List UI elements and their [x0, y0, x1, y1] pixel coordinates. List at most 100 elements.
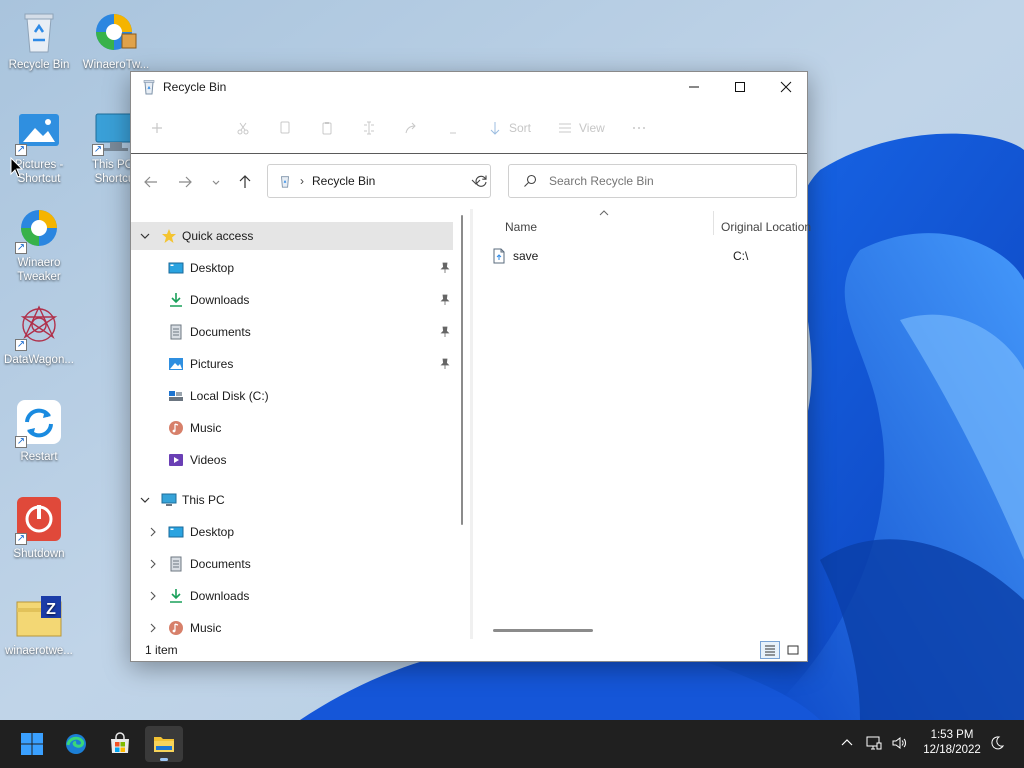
rename-button[interactable]	[361, 120, 377, 136]
pin-icon[interactable]	[439, 294, 451, 306]
chevron-right-icon[interactable]	[147, 622, 159, 634]
nav-pc-downloads[interactable]: Downloads	[131, 582, 453, 610]
nav-this-pc[interactable]: This PC	[131, 486, 453, 514]
zip-archive-icon: Z	[16, 596, 62, 637]
file-explorer-window: Recycle Bin Sort View › Recycle Bin Sear…	[130, 71, 811, 662]
pin-icon[interactable]	[439, 326, 451, 338]
nav-quick-local-disk[interactable]: Local Disk (C:)	[131, 382, 453, 410]
close-button[interactable]	[763, 72, 809, 102]
desktop-icon-winaero-tweaker-shortcut[interactable]: ↗ Winaero Tweaker	[1, 206, 77, 284]
clock[interactable]: 1:53 PM 12/18/2022	[912, 728, 992, 758]
maximize-button[interactable]	[717, 72, 763, 102]
maximize-icon	[735, 82, 745, 92]
copy-button[interactable]	[277, 120, 293, 136]
breadcrumb-recycle-bin[interactable]: Recycle Bin	[312, 174, 375, 188]
nav-quick-downloads[interactable]: Downloads	[131, 286, 453, 314]
music-icon	[169, 621, 183, 635]
more-button[interactable]	[631, 120, 647, 136]
sort-ascending-icon	[599, 210, 609, 216]
paste-icon	[322, 121, 332, 134]
taskbar-store[interactable]	[101, 726, 139, 762]
focus-assist-button[interactable]	[988, 734, 1006, 752]
share-button[interactable]	[403, 120, 419, 136]
sort-label: Sort	[509, 120, 532, 135]
title-bar[interactable]: Recycle Bin	[131, 72, 807, 102]
arrow-right-icon	[179, 176, 192, 188]
edge-icon	[66, 734, 86, 754]
network-button[interactable]	[865, 734, 883, 752]
recent-locations-button[interactable]	[206, 172, 226, 192]
column-header-name[interactable]: Name	[505, 215, 537, 239]
view-button[interactable]: View	[557, 120, 605, 136]
desktop-icon-label: winaerotwe...	[5, 645, 73, 657]
paste-button[interactable]	[319, 120, 335, 136]
taskbar-edge[interactable]	[57, 726, 95, 762]
nav-pc-desktop[interactable]: Desktop	[131, 518, 453, 546]
address-bar[interactable]: › Recycle Bin	[267, 164, 491, 198]
chevron-right-icon[interactable]	[147, 590, 159, 602]
close-icon	[780, 81, 792, 93]
nav-scrollbar[interactable]	[461, 209, 463, 639]
file-row[interactable]: save C:\	[491, 245, 809, 267]
back-button[interactable]	[141, 172, 161, 192]
nav-pc-documents[interactable]: Documents	[131, 550, 453, 578]
large-icons-view-button[interactable]	[783, 641, 803, 659]
column-separator[interactable]	[713, 211, 714, 235]
nav-quick-videos[interactable]: Videos	[131, 446, 453, 474]
arrow-left-icon	[144, 176, 157, 188]
music-icon	[169, 421, 183, 435]
desktop-icon-recycle-bin[interactable]: Recycle Bin	[1, 8, 77, 72]
new-button[interactable]	[149, 120, 165, 136]
nav-quick-pictures[interactable]: Pictures	[131, 350, 453, 378]
show-hidden-icons-button[interactable]	[838, 734, 856, 752]
details-view-icon	[765, 645, 775, 656]
nav-label: Local Disk (C:)	[190, 389, 269, 403]
pin-icon[interactable]	[439, 262, 451, 274]
desktop-icon-winaerotweaker-zip[interactable]: Z winaerotwe...	[1, 594, 77, 658]
chevron-down-icon[interactable]	[139, 494, 151, 506]
nav-quick-music[interactable]: Music	[131, 414, 453, 442]
recycle-bin-icon	[143, 80, 155, 95]
search-input[interactable]	[549, 174, 789, 188]
nav-scrollbar-thumb[interactable]	[461, 215, 463, 525]
recycle-bin-icon	[24, 13, 54, 53]
up-button[interactable]	[235, 172, 255, 192]
breadcrumb-separator-icon: ›	[300, 174, 304, 188]
refresh-button[interactable]	[467, 164, 495, 198]
details-view-button[interactable]	[760, 641, 780, 659]
chevron-right-icon[interactable]	[147, 558, 159, 570]
this-pc-icon	[161, 493, 177, 506]
start-button[interactable]	[13, 726, 51, 762]
cut-button[interactable]	[235, 120, 251, 136]
search-box[interactable]	[508, 164, 797, 198]
forward-button[interactable]	[175, 172, 195, 192]
delete-button[interactable]	[445, 120, 461, 136]
desktop-icon-label: WinaeroTw...	[82, 59, 150, 71]
column-header-label: Name	[505, 220, 538, 234]
desktop-icon-winaero-tweaker[interactable]: WinaeroTw...	[78, 8, 154, 72]
taskbar-file-explorer[interactable]	[145, 726, 183, 762]
nav-pc-music[interactable]: Music	[131, 614, 453, 639]
nav-quick-desktop[interactable]: Desktop	[131, 254, 453, 282]
chevron-up-icon	[841, 739, 853, 746]
nav-label: Music	[190, 421, 222, 435]
file-list: Name Original Location save C:\	[473, 209, 811, 639]
chevron-down-icon[interactable]	[139, 230, 151, 242]
chevron-right-icon[interactable]	[147, 526, 159, 538]
minimize-button[interactable]	[671, 72, 717, 102]
nav-quick-access[interactable]: Quick access	[131, 222, 453, 250]
shortcut-arrow-icon: ↗	[92, 144, 104, 156]
desktop-icon-datawagon[interactable]: ↗ DataWagon...	[1, 303, 77, 367]
more-icon	[632, 126, 645, 129]
nav-quick-documents[interactable]: Documents	[131, 318, 453, 346]
volume-button[interactable]	[890, 734, 908, 752]
desktop-icon-restart[interactable]: ↗ Restart	[1, 400, 77, 464]
cut-icon	[237, 122, 249, 134]
pin-icon[interactable]	[439, 358, 451, 370]
desktop-icon	[168, 526, 184, 538]
desktop-icon-shutdown[interactable]: ↗ Shutdown	[1, 497, 77, 561]
column-header-original-location[interactable]: Original Location	[721, 215, 811, 239]
sort-button[interactable]: Sort	[487, 120, 531, 136]
horizontal-scrollbar[interactable]	[493, 629, 593, 632]
nav-label: Documents	[190, 557, 251, 571]
